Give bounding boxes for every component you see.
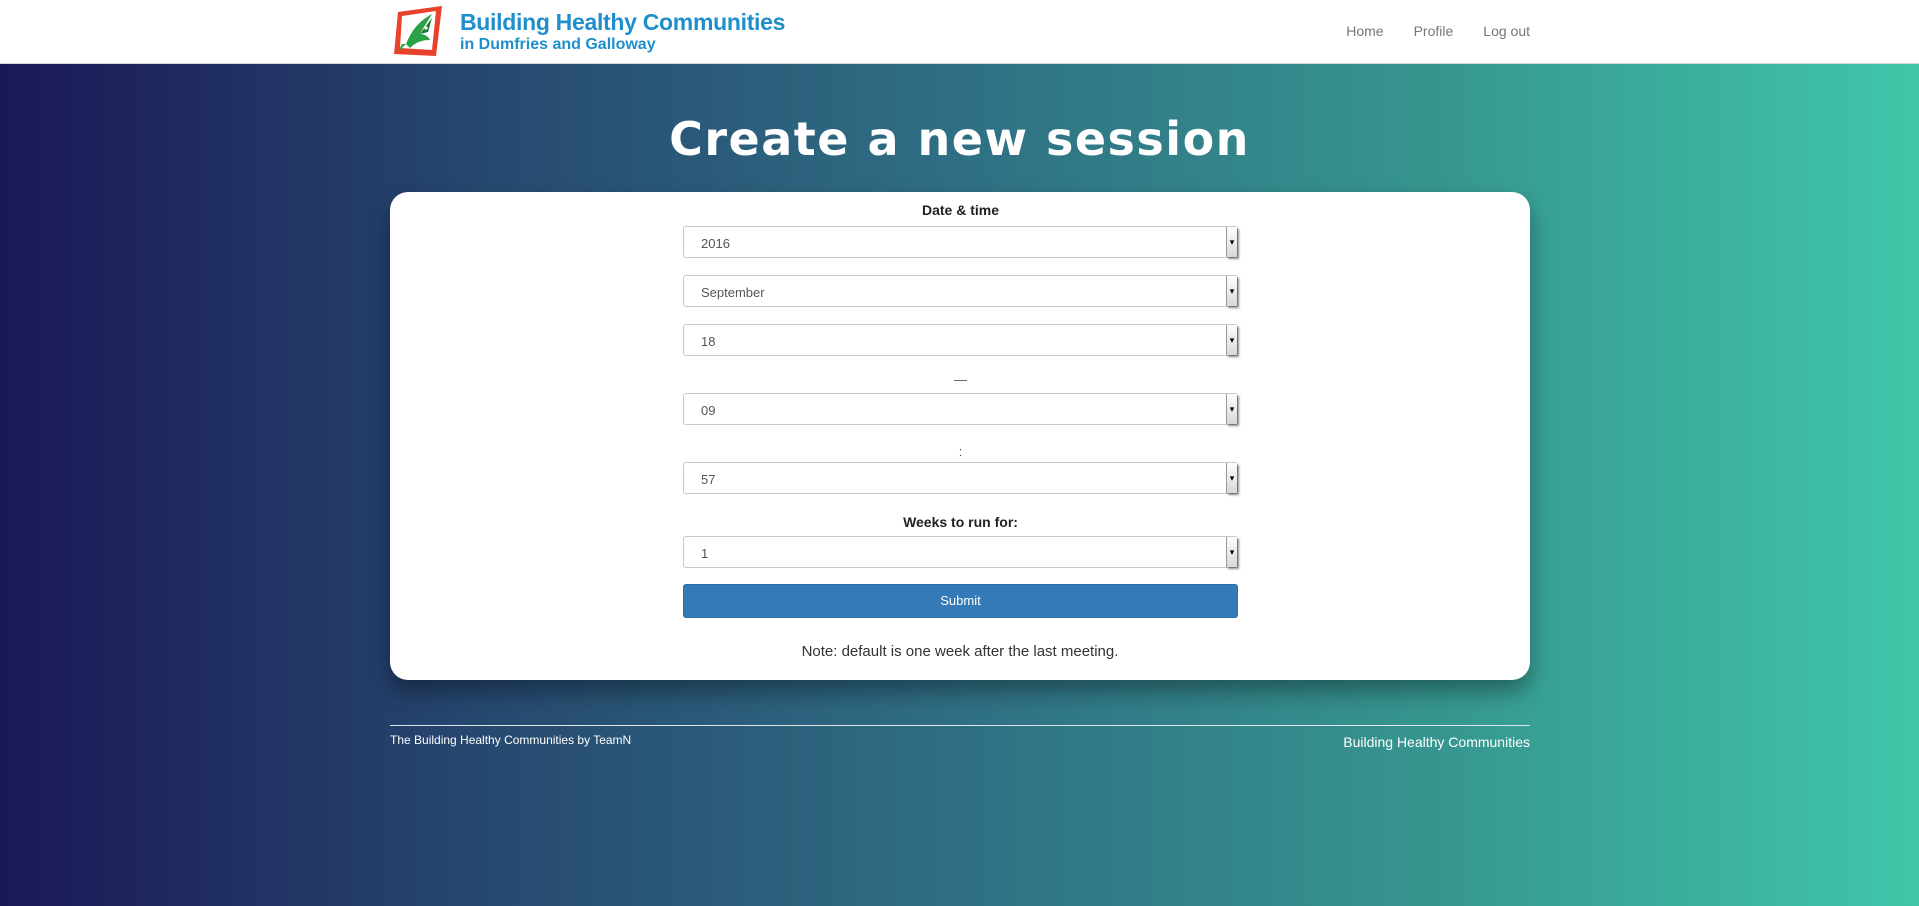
day-value: 18: [701, 334, 716, 349]
weeks-label: Weeks to run for:: [903, 514, 1018, 530]
month-value: September: [701, 285, 765, 300]
hour-select[interactable]: 09 ▾: [683, 393, 1238, 425]
nav-home-link[interactable]: Home: [1346, 23, 1383, 39]
minute-separator: :: [958, 444, 963, 459]
day-select[interactable]: 18 ▾: [683, 324, 1238, 356]
top-navbar: Building Healthy Communities in Dumfries…: [0, 0, 1919, 64]
time-separator: —: [954, 372, 967, 387]
month-select[interactable]: September ▾: [683, 275, 1238, 307]
nav-profile-link[interactable]: Profile: [1414, 23, 1454, 39]
year-value: 2016: [701, 236, 730, 251]
brand-title[interactable]: Building Healthy Communities: [460, 9, 785, 36]
nav-links: Home Profile Log out: [1346, 23, 1530, 39]
datetime-label: Date & time: [921, 202, 1000, 218]
nav-logout-link[interactable]: Log out: [1483, 23, 1530, 39]
chevron-down-icon[interactable]: ▾: [1226, 276, 1237, 306]
minute-value: 57: [701, 472, 716, 487]
minute-select[interactable]: 57 ▾: [683, 462, 1238, 494]
session-form-card: Date & time 2016 ▾ September ▾ 18 ▾ — 09…: [390, 192, 1530, 680]
chevron-down-icon[interactable]: ▾: [1226, 394, 1237, 424]
hummingbird-logo-icon[interactable]: [392, 4, 448, 60]
hour-value: 09: [701, 403, 716, 418]
submit-button[interactable]: Submit: [683, 584, 1238, 618]
brand-subtitle: in Dumfries and Galloway: [460, 36, 656, 53]
footer-credit: The Building Healthy Communities by Team…: [390, 733, 632, 747]
chevron-down-icon[interactable]: ▾: [1226, 537, 1237, 567]
year-select[interactable]: 2016 ▾: [683, 226, 1238, 258]
default-note: Note: default is one week after the last…: [801, 643, 1119, 660]
chevron-down-icon[interactable]: ▾: [1226, 325, 1237, 355]
chevron-down-icon[interactable]: ▾: [1226, 463, 1237, 493]
weeks-select[interactable]: 1 ▾: [683, 536, 1238, 568]
footer-brand: Building Healthy Communities: [1343, 734, 1530, 750]
chevron-down-icon[interactable]: ▾: [1226, 227, 1237, 257]
footer-divider: [390, 725, 1530, 726]
weeks-value: 1: [701, 546, 709, 561]
page-title: Create a new session: [669, 112, 1250, 166]
